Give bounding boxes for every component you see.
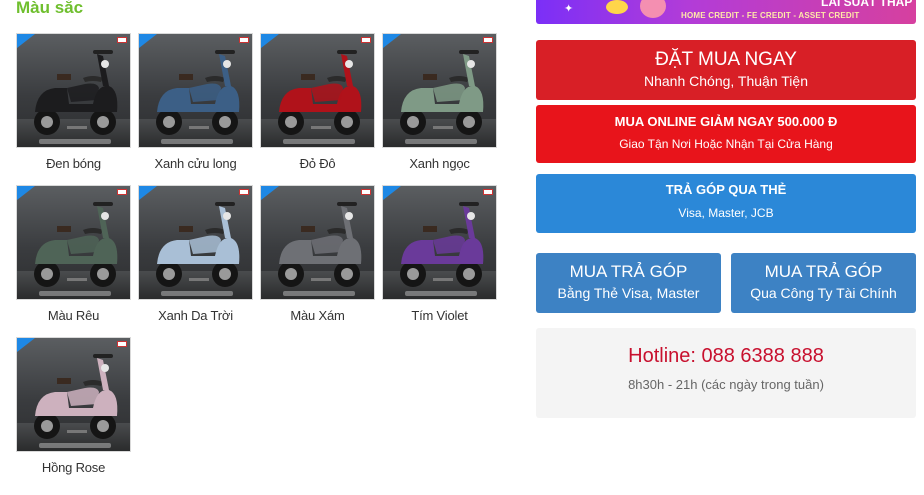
scooter-photo[interactable]	[16, 337, 131, 452]
sparkle-icon: ✦	[564, 3, 574, 15]
card-installment-button[interactable]: TRẢ GÓP QUA THẺ Visa, Master, JCB	[536, 174, 916, 233]
color-swatch[interactable]: Đỏ Đô	[260, 33, 375, 171]
scooter-photo[interactable]	[16, 33, 131, 148]
watermark	[405, 291, 477, 296]
scooter-icon	[34, 50, 118, 135]
buy-online-sublabel: Giao Tận Nơi Hoặc Nhận Tại Cửa Hàng	[619, 137, 833, 151]
installment-visa-label: MUA TRẢ GÓP	[569, 262, 688, 281]
flag-icon	[361, 37, 371, 43]
banner-title: LÃI SUẤT THẤP	[821, 0, 913, 9]
flag-icon	[361, 189, 371, 195]
color-swatch[interactable]: Xanh ngọc	[382, 33, 497, 171]
scooter-icon	[400, 50, 484, 135]
flag-icon	[483, 37, 493, 43]
buy-now-button[interactable]: ĐẶT MUA NGAY Nhanh Chóng, Thuận Tiện	[536, 40, 916, 100]
watermark	[283, 139, 355, 144]
buy-now-sublabel: Nhanh Chóng, Thuận Tiện	[644, 73, 808, 89]
color-label: Tím Violet	[411, 308, 468, 323]
scooter-photo[interactable]	[138, 33, 253, 148]
color-label: Đỏ Đô	[299, 156, 336, 171]
flag-icon	[117, 37, 127, 43]
watermark	[405, 139, 477, 144]
promo-banner[interactable]: ✦ HOME CREDIT - FE CREDIT - ASSET CREDIT…	[536, 0, 916, 24]
card-installment-sublabel: Visa, Master, JCB	[678, 206, 774, 220]
buy-online-label: MUA ONLINE GIẢM NGAY 500.000 Đ	[614, 114, 838, 129]
scooter-photo[interactable]	[382, 185, 497, 300]
watermark	[39, 139, 111, 144]
color-label: Xanh cửu long	[154, 156, 237, 171]
color-label: Xanh ngọc	[409, 156, 470, 171]
watermark	[283, 291, 355, 296]
color-swatch[interactable]: Xanh Da Trời	[138, 185, 253, 323]
color-label: Xanh Da Trời	[158, 308, 233, 323]
scooter-icon	[34, 354, 118, 439]
flag-icon	[117, 341, 127, 347]
section-title: Màu sắc	[16, 0, 84, 17]
color-label: Đen bóng	[46, 156, 101, 171]
installment-visa-button[interactable]: MUA TRẢ GÓP Bằng Thẻ Visa, Master	[536, 253, 721, 313]
installment-company-sublabel: Qua Công Ty Tài Chính	[750, 285, 897, 301]
scooter-icon	[156, 202, 240, 287]
hotline-box: Hotline: 088 6388 888 8h30h - 21h (các n…	[536, 328, 916, 418]
hotline-hours: 8h30h - 21h (các ngày trong tuần)	[628, 377, 824, 392]
installment-visa-sublabel: Bằng Thẻ Visa, Master	[557, 285, 700, 301]
color-swatch[interactable]: Hồng Rose	[16, 337, 131, 475]
color-swatch[interactable]: Xanh cửu long	[138, 33, 253, 171]
flag-icon	[239, 189, 249, 195]
scooter-icon	[400, 202, 484, 287]
coin-icon	[606, 0, 628, 14]
color-swatch[interactable]: Tím Violet	[382, 185, 497, 323]
watermark	[39, 291, 111, 296]
scooter-icon	[156, 50, 240, 135]
scooter-photo[interactable]	[138, 185, 253, 300]
scooter-photo[interactable]	[260, 33, 375, 148]
scooter-icon	[278, 202, 362, 287]
color-label: Màu Rêu	[47, 308, 100, 323]
color-swatch[interactable]: Màu Xám	[260, 185, 375, 323]
watermark	[161, 139, 233, 144]
flag-icon	[483, 189, 493, 195]
scooter-photo[interactable]	[16, 185, 131, 300]
banner-partners: HOME CREDIT - FE CREDIT - ASSET CREDIT	[681, 11, 860, 20]
flag-icon	[117, 189, 127, 195]
installment-company-label: MUA TRẢ GÓP	[764, 262, 883, 281]
buy-now-label: ĐẶT MUA NGAY	[655, 49, 797, 70]
scooter-icon	[34, 202, 118, 287]
scooter-icon	[278, 50, 362, 135]
hotline-phone-link[interactable]: Hotline: 088 6388 888	[536, 328, 916, 368]
color-swatch[interactable]: Màu Rêu	[16, 185, 131, 323]
color-swatch[interactable]: Đen bóng	[16, 33, 131, 171]
flag-icon	[239, 37, 249, 43]
card-installment-label: TRẢ GÓP QUA THẺ	[665, 182, 787, 197]
color-label: Màu Xám	[290, 308, 345, 323]
installment-company-button[interactable]: MUA TRẢ GÓP Qua Công Ty Tài Chính	[731, 253, 916, 313]
buy-online-button[interactable]: MUA ONLINE GIẢM NGAY 500.000 Đ Giao Tận …	[536, 105, 916, 163]
scooter-photo[interactable]	[260, 185, 375, 300]
watermark	[161, 291, 233, 296]
color-label: Hồng Rose	[41, 460, 106, 475]
watermark	[39, 443, 111, 448]
scooter-photo[interactable]	[382, 33, 497, 148]
piggy-bank-icon	[640, 0, 666, 18]
